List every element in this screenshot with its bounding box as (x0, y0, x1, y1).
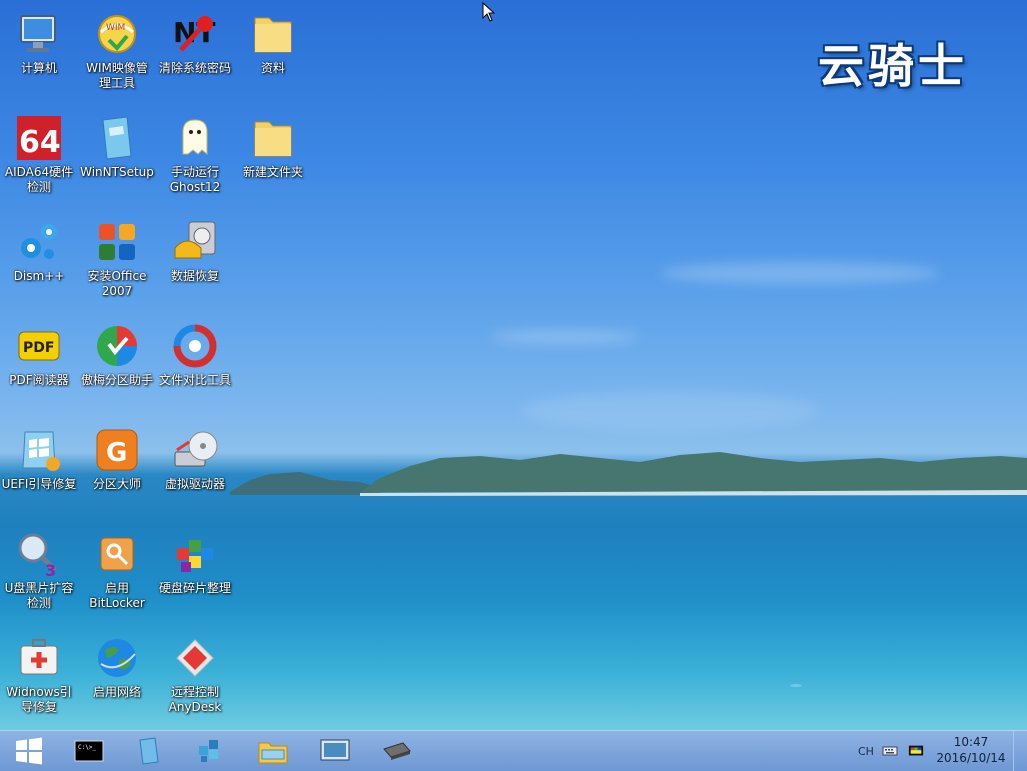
desktop-shortcut[interactable]: 远程控制 AnyDesk (156, 634, 234, 715)
brand-text: 云骑士 (818, 39, 968, 93)
desktop-shortcut[interactable]: 3 U盘黑片扩容 检测 (0, 530, 78, 611)
aida64-icon: 64 (15, 114, 63, 162)
folder-icon (249, 114, 297, 162)
desktop-shortcut-label: Dism++ (13, 269, 65, 283)
start-button[interactable] (4, 733, 54, 769)
desktop-shortcut[interactable]: NT 清除系统密码 (156, 10, 234, 76)
desktop-shortcut-label: AIDA64硬件 检测 (4, 165, 74, 194)
desktop-shortcut-label: 分区大师 (92, 477, 141, 491)
svg-text:64: 64 (19, 125, 61, 160)
desktop-shortcut-label: 安装Office 2007 (87, 269, 147, 298)
desktop-shortcut[interactable]: 文件对比工具 (156, 322, 234, 388)
desktop-shortcut[interactable]: 启用 BitLocker (78, 530, 156, 611)
windows-logo-icon (16, 737, 42, 765)
desktop-shortcut[interactable]: 傲梅分区助手 (78, 322, 156, 388)
memory-taskbar-icon[interactable] (372, 733, 422, 769)
desktop-shortcut-label: U盘黑片扩容 检测 (4, 581, 74, 610)
winntsetup-taskbar-icon[interactable] (124, 733, 174, 769)
explorer-taskbar-icon[interactable] (248, 733, 298, 769)
svg-text:C:\>_: C:\>_ (78, 744, 96, 751)
desktop-shortcut-label: WIM映像管 理工具 (86, 61, 148, 90)
cmd-taskbar-icon[interactable]: C:\>_ (64, 733, 114, 769)
language-indicator[interactable]: CH (858, 731, 874, 771)
desktop-shortcut-label: Widnows引 导修复 (6, 685, 72, 714)
data-recovery-icon (171, 218, 219, 266)
windows-repair-icon (15, 634, 63, 682)
desktop-shortcut-label: 远程控制 AnyDesk (168, 685, 222, 714)
desktop-shortcut[interactable]: Widnows引 导修复 (0, 634, 78, 715)
svg-text:G: G (106, 438, 127, 468)
desktop-shortcut-label: WinNTSetup (80, 165, 154, 179)
system-clock[interactable]: 10:47 2016/10/14 (930, 734, 1012, 766)
bitlocker-icon (93, 530, 141, 578)
partition-assistant-icon (93, 322, 141, 370)
desktop-shortcut[interactable]: 新建文件夹 (234, 114, 312, 180)
desktop-shortcut[interactable]: PDF PDF阅读器 (0, 322, 78, 388)
screen-taskbar-icon[interactable] (310, 733, 360, 769)
desktop-shortcut[interactable]: WinNTSetup (78, 114, 156, 180)
desktop-shortcut[interactable]: 计算机 (0, 10, 78, 76)
show-desktop-button[interactable] (1013, 731, 1027, 771)
desktop-shortcut-label: 傲梅分区助手 (80, 373, 153, 387)
desktop-shortcut[interactable]: 启用网络 (78, 634, 156, 700)
desktop-shortcut-label: 文件对比工具 (158, 373, 231, 387)
desktop-shortcut-label: 计算机 (20, 61, 57, 75)
anydesk-icon (171, 634, 219, 682)
ghost-icon (171, 114, 219, 162)
uefi-repair-icon (15, 426, 63, 474)
dism-taskbar-icon[interactable] (186, 733, 236, 769)
password-reset-icon: NT (171, 10, 219, 58)
desktop-shortcut[interactable]: WIM WIM映像管 理工具 (78, 10, 156, 91)
desktop-shortcut-label: 数据恢复 (170, 269, 219, 283)
defrag-icon (171, 530, 219, 578)
file-compare-icon (171, 322, 219, 370)
desktop-shortcut-label: 新建文件夹 (242, 165, 303, 179)
desktop-shortcut-label: 资料 (260, 61, 285, 75)
brand-logo: 云骑士 (818, 30, 968, 96)
desktop-shortcut-label: 虚拟驱动器 (164, 477, 225, 491)
desktop-shortcut-label: 启用网络 (92, 685, 141, 699)
desktop-shortcut-label: 启用 BitLocker (89, 581, 145, 610)
desktop-shortcut[interactable]: 64 AIDA64硬件 检测 (0, 114, 78, 195)
clock-time: 10:47 (953, 735, 989, 749)
office-icon (93, 218, 141, 266)
desktop-shortcut-label: UEFI引导修复 (1, 477, 77, 491)
svg-text:WIM: WIM (106, 23, 125, 33)
virtual-drive-icon (171, 426, 219, 474)
wave (790, 684, 802, 687)
usb-check-icon: 3 (15, 530, 63, 580)
desktop-shortcut[interactable]: Dism++ (0, 218, 78, 284)
winntsetup-icon (93, 114, 141, 162)
network-globe-icon (93, 634, 141, 682)
taskbar: C:\>_ CH 10:47 2016/10/14 (0, 730, 1027, 771)
desktop-shortcut[interactable]: UEFI引导修复 (0, 426, 78, 492)
desktop-shortcut[interactable]: 虚拟驱动器 (156, 426, 234, 492)
dism-gears-icon (15, 218, 63, 266)
desktop-shortcut[interactable]: G 分区大师 (78, 426, 156, 492)
wim-tool-icon: WIM (93, 10, 141, 58)
mouse-cursor-icon (482, 2, 496, 22)
keyboard-icon[interactable] (882, 731, 898, 771)
desktop-shortcut-label: 手动运行 Ghost12 (169, 165, 221, 194)
desktop-shortcut[interactable]: 资料 (234, 10, 312, 76)
svg-text:PDF: PDF (23, 340, 54, 356)
desktop-shortcut[interactable]: 手动运行 Ghost12 (156, 114, 234, 195)
desktop-shortcut[interactable]: 硬盘碎片整理 (156, 530, 234, 596)
desktop-shortcut-label: 清除系统密码 (158, 61, 231, 75)
folder-icon (249, 10, 297, 58)
desktop-shortcut-label: 硬盘碎片整理 (158, 581, 231, 595)
desktop-shortcut[interactable]: 数据恢复 (156, 218, 234, 284)
desktop-shortcut[interactable]: 安装Office 2007 (78, 218, 156, 299)
clock-date: 2016/10/14 (936, 751, 1006, 765)
pdf-icon: PDF (15, 322, 63, 370)
computer-icon (15, 10, 63, 58)
desktop-shortcut-label: PDF阅读器 (9, 373, 69, 387)
svg-text:3: 3 (45, 561, 56, 578)
display-settings-icon[interactable] (908, 731, 924, 771)
partition-master-icon: G (93, 426, 141, 474)
